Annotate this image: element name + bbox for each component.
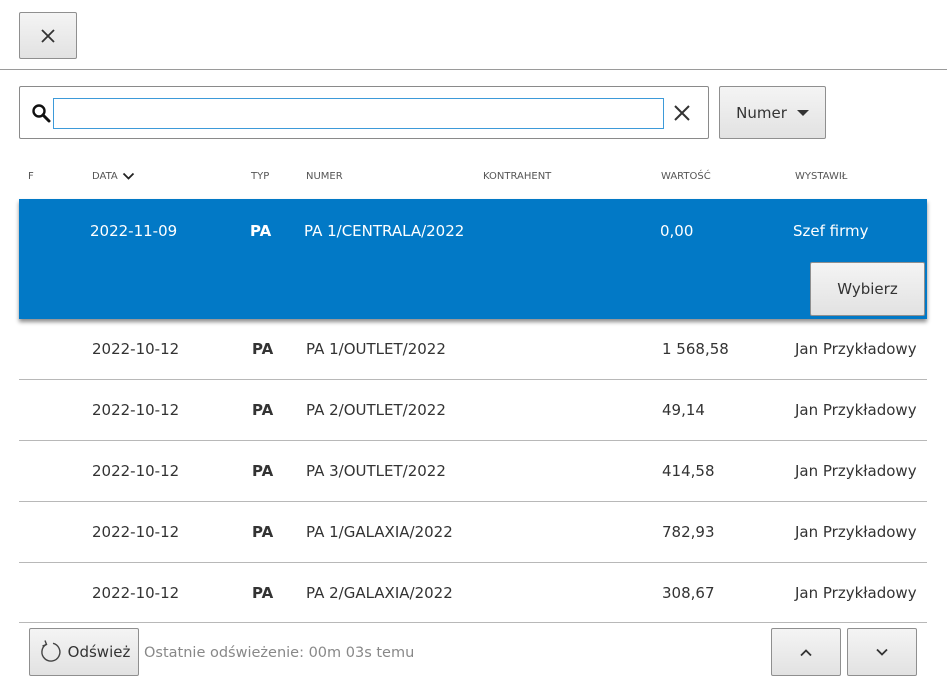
cell-numer: PA 2/GALAXIA/2022 [306, 584, 453, 602]
cell-wystawil: Jan Przykładowy [795, 523, 917, 541]
cell-numer: PA 3/OUTLET/2022 [306, 462, 446, 480]
cell-data: 2022-10-12 [92, 340, 180, 358]
sort-field-label: Numer [736, 103, 787, 122]
footer-divider [19, 622, 927, 623]
refresh-status: Ostatnie odświeżenie: 00m 03s temu [144, 645, 415, 661]
close-button[interactable] [19, 12, 77, 59]
scroll-down-button[interactable] [847, 628, 917, 676]
cell-typ: PA [252, 584, 274, 602]
cell-typ: PA [250, 222, 272, 240]
cell-numer: PA 1/GALAXIA/2022 [306, 523, 453, 541]
cell-wartosc: 308,67 [662, 584, 715, 602]
cell-numer: PA 2/OUTLET/2022 [306, 401, 446, 419]
scroll-up-button[interactable] [771, 628, 841, 676]
refresh-button[interactable]: Odśwież [29, 628, 139, 676]
cell-data: 2022-10-12 [92, 462, 180, 480]
cell-numer: PA 1/CENTRALA/2022 [304, 222, 465, 240]
sort-field-dropdown[interactable]: Numer [719, 86, 826, 139]
cell-numer: PA 1/OUTLET/2022 [306, 340, 446, 358]
cell-wartosc: 0,00 [660, 222, 694, 240]
cell-typ: PA [252, 523, 274, 541]
table-row[interactable]: 2022-10-12 PA PA 2/OUTLET/2022 49,14 Jan… [19, 380, 927, 441]
table-row[interactable]: 2022-10-12 PA PA 1/GALAXIA/2022 782,93 J… [19, 502, 927, 563]
cell-wystawil: Jan Przykładowy [795, 340, 917, 358]
column-header-data[interactable]: DATA [92, 171, 135, 182]
cell-wartosc: 1 568,58 [662, 340, 729, 358]
chevron-down-icon [876, 648, 888, 656]
search-box [19, 86, 709, 139]
cell-data: 2022-10-12 [92, 523, 180, 541]
cell-data: 2022-11-09 [90, 222, 178, 240]
table-row-selected[interactable]: 2022-11-09 PA PA 1/CENTRALA/2022 0,00 Sz… [19, 199, 927, 319]
cell-wartosc: 782,93 [662, 523, 715, 541]
cell-wartosc: 414,58 [662, 462, 715, 480]
cell-wartosc: 49,14 [662, 401, 705, 419]
search-icon [32, 104, 51, 123]
cell-wystawil: Jan Przykładowy [795, 584, 917, 602]
column-header-wystawil[interactable]: WYSTAWIŁ [795, 171, 847, 182]
chevron-up-icon [800, 648, 812, 656]
cell-typ: PA [252, 401, 274, 419]
cell-typ: PA [252, 462, 274, 480]
close-icon [41, 28, 55, 43]
table-row[interactable]: 2022-10-12 PA PA 2/GALAXIA/2022 308,67 J… [19, 563, 927, 622]
cell-data: 2022-10-12 [92, 401, 180, 419]
column-header-f[interactable]: F [28, 171, 34, 182]
chevron-down-icon [122, 172, 134, 180]
refresh-icon [40, 640, 61, 662]
cell-wystawil: Jan Przykładowy [795, 401, 917, 419]
select-button[interactable]: Wybierz [810, 262, 925, 316]
cell-typ: PA [252, 340, 274, 358]
column-header-typ[interactable]: TYP [251, 171, 269, 182]
cell-wystawil: Szef firmy [793, 222, 869, 240]
top-divider [0, 69, 947, 70]
table-row[interactable]: 2022-10-12 PA PA 3/OUTLET/2022 414,58 Ja… [19, 441, 927, 502]
clear-search-icon[interactable] [671, 102, 693, 124]
caret-down-icon [796, 109, 809, 116]
column-header-wartosc[interactable]: WARTOŚĆ [661, 171, 711, 182]
cell-wystawil: Jan Przykładowy [795, 462, 917, 480]
column-header-kontrahent[interactable]: KONTRAHENT [483, 171, 551, 182]
column-header-numer[interactable]: NUMER [306, 171, 343, 182]
cell-data: 2022-10-12 [92, 584, 180, 602]
table-row[interactable]: 2022-10-12 PA PA 1/OUTLET/2022 1 568,58 … [19, 319, 927, 380]
search-input[interactable] [53, 98, 664, 129]
